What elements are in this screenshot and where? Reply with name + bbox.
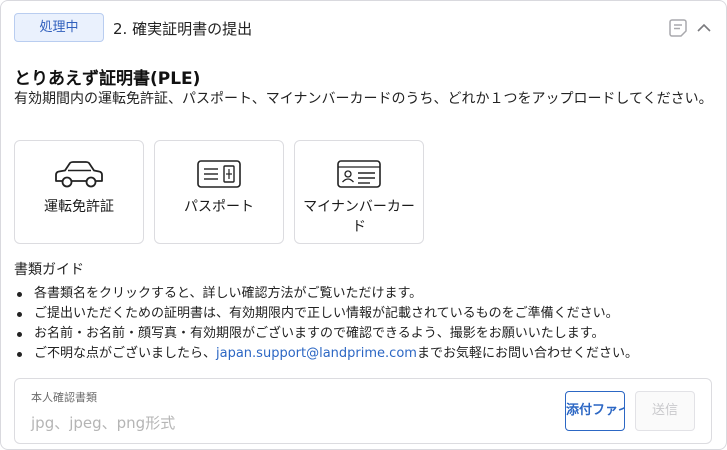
guide-item: 各書類名をクリックすると、詳しい確認方法がご覧いただけます。	[14, 284, 719, 304]
guide-title: 書類ガイド	[14, 262, 84, 278]
car-icon	[55, 161, 103, 188]
attach-file-button[interactable]: 添付ファイル	[565, 391, 625, 431]
chevron-up-icon[interactable]	[695, 19, 713, 37]
step-title: 2. 確実証明書の提出	[113, 20, 253, 38]
submission-card: 処理中 2. 確実証明書の提出 とりあえず証明書(PLE) 有効期間内の運転免許…	[0, 0, 727, 450]
document-label: パスポート	[184, 199, 254, 215]
document-option-passport[interactable]: パスポート	[154, 140, 284, 244]
status-badge: 処理中	[14, 13, 104, 42]
support-email-link[interactable]: japan.support@landprime.com	[216, 346, 417, 361]
document-option-my-number-card[interactable]: マイナンバーカード	[294, 140, 424, 244]
contact-prefix: ご不明な点がございましたら、	[34, 346, 217, 361]
memo-icon[interactable]	[667, 17, 689, 39]
contact-suffix: までお気軽にお問い合わせください。	[416, 346, 638, 361]
upload-field[interactable]: 本人確認書類 jpg、jpeg、png形式 添付ファイル 送信	[14, 378, 712, 444]
guide-item: お名前・お名前・顔写真・有効期限がございますので確認できるよう、撮影をお願いいた…	[14, 324, 719, 344]
document-option-drivers-license[interactable]: 運転免許証	[14, 140, 144, 244]
send-button[interactable]: 送信	[635, 391, 695, 431]
guide-list: 各書類名をクリックすると、詳しい確認方法がご覧いただけます。 ご提出いただくため…	[14, 284, 719, 364]
id-card-icon	[337, 160, 381, 188]
upload-placeholder: jpg、jpeg、png形式	[31, 414, 176, 432]
upload-label: 本人確認書類	[31, 391, 97, 404]
section-title: とりあえず証明書(PLE)	[14, 69, 201, 89]
section-description: 有効期間内の運転免許証、パスポート、マイナンバーカードのうち、どれか１つをアップ…	[14, 91, 713, 107]
guide-item: ご提出いただくための証明書は、有効期限内で正しい情報が記載されているものをご準備…	[14, 304, 719, 324]
document-label: 運転免許証	[44, 199, 114, 215]
document-label: マイナンバーカード	[303, 199, 415, 235]
passport-icon	[197, 160, 241, 188]
guide-item-contact: ご不明な点がございましたら、japan.support@landprime.co…	[14, 344, 719, 364]
